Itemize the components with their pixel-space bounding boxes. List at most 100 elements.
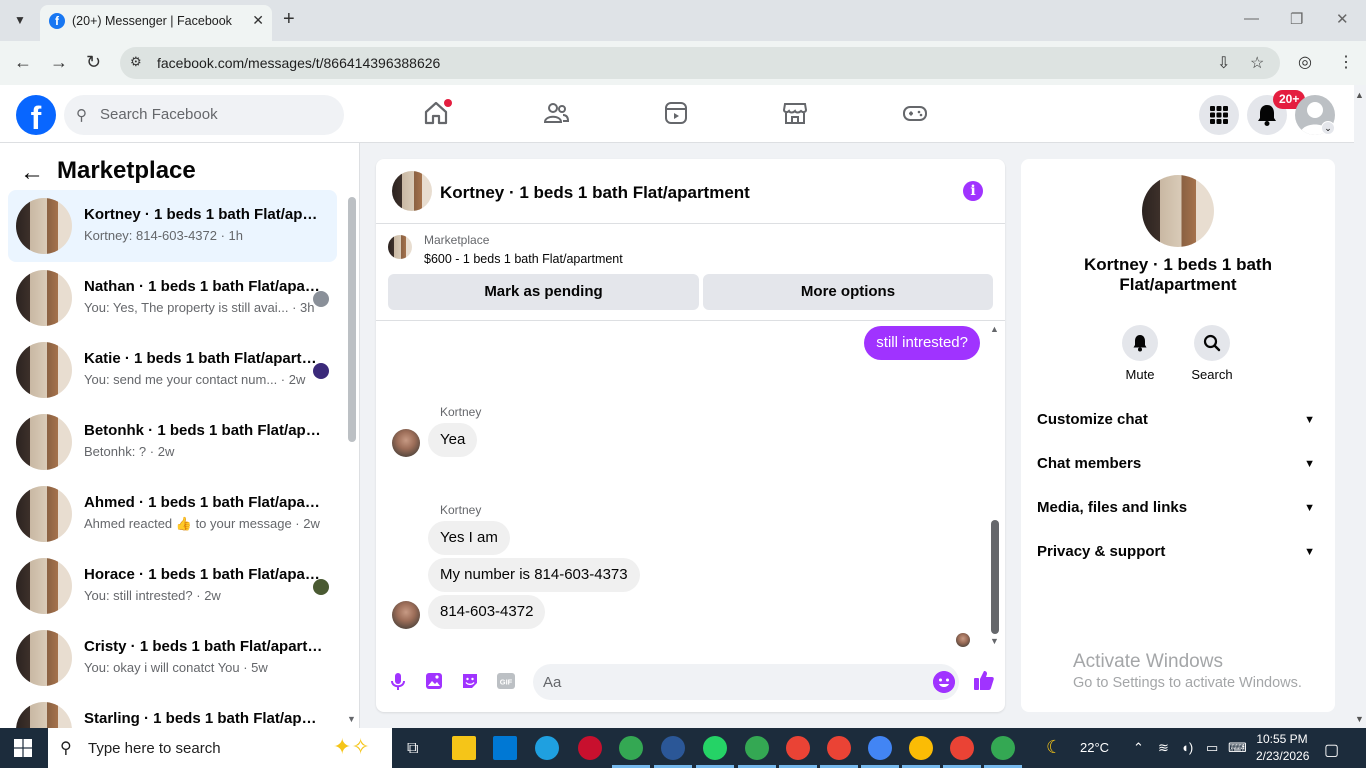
mark-as-pending-button[interactable]: Mark as pending [388,274,699,310]
new-tab-icon[interactable]: + [283,8,295,31]
marketplace-icon[interactable] [781,99,809,127]
search-in-chat-button[interactable]: Search [1182,325,1242,382]
chrome-profile-icon[interactable] [991,736,1015,760]
chat-scroll-up-icon[interactable]: ▲ [990,324,999,334]
chat-avatar[interactable] [392,171,432,211]
chrome-icon[interactable] [619,736,643,760]
media-files-links-section[interactable]: Media, files and links ▼ [1037,499,1319,527]
search-icon [1203,334,1221,352]
chrome-profile-icon[interactable] [745,736,769,760]
menu-grid-button[interactable] [1199,95,1239,135]
clock[interactable]: 10:55 PM 2/23/2026 [1256,731,1309,765]
restore-icon[interactable]: ❐ [1290,10,1303,28]
conversation-item[interactable]: Cristy · 1 beds 1 bath Flat/apartment You… [8,622,337,694]
minimize-icon[interactable]: — [1244,10,1259,27]
whatsapp-icon[interactable] [703,736,727,760]
microsoft-store-icon[interactable] [493,736,517,760]
address-bar[interactable]: ⚙ facebook.com/messages/t/86641439638862… [120,47,1280,79]
edge-icon[interactable] [535,736,559,760]
browser-tab[interactable]: f (20+) Messenger | Facebook ✕ [40,5,272,41]
emoji-icon[interactable] [933,671,955,693]
profile-icon[interactable]: ◎ [1298,52,1312,72]
chat-members-section[interactable]: Chat members ▼ [1037,455,1319,483]
incoming-message[interactable]: Yes I am [428,521,510,555]
page-scroll-down-icon[interactable]: ▼ [1355,714,1364,724]
site-info-icon[interactable]: ⚙ [130,54,142,70]
incoming-message[interactable]: My number is 814-603-4373 [428,558,640,592]
tab-search-chevron-icon[interactable]: ▼ [8,9,32,31]
scroll-down-arrow-icon[interactable]: ▼ [347,714,356,724]
window-close-icon[interactable]: ✕ [1336,10,1349,28]
clock-time: 10:55 PM [1256,732,1308,746]
taskbar-search[interactable]: ⚲ Type here to search ✦✧ [48,728,392,768]
gif-icon[interactable]: GIF [496,671,516,691]
conversation-item[interactable]: Starling · 1 beds 1 bath Flat/apartment [8,694,337,728]
conversation-item[interactable]: Nathan · 1 beds 1 bath Flat/apartment You… [8,262,337,334]
bookmark-star-icon[interactable]: ☆ [1250,53,1264,73]
language-icon[interactable]: ⌨ [1228,740,1247,756]
video-icon[interactable] [662,99,690,127]
sender-avatar[interactable] [392,429,420,457]
conversation-item[interactable]: Horace · 1 beds 1 bath Flat/apartment You… [8,550,337,622]
chat-panel: Kortney · 1 beds 1 bath Flat/apartment i… [376,159,1005,712]
listing-price[interactable]: $600 - 1 beds 1 bath Flat/apartment [424,252,623,266]
task-view-icon[interactable]: ⧉ [407,740,418,758]
message-sender: Kortney [440,503,482,517]
chat-scrollbar[interactable] [991,520,999,634]
chrome-profile-icon[interactable] [661,736,685,760]
photo-icon[interactable] [424,671,444,691]
battery-icon[interactable]: ▭ [1206,740,1218,756]
reload-icon[interactable]: ↻ [86,52,101,73]
sender-avatar[interactable] [392,601,420,629]
watermark-subtitle: Go to Settings to activate Windows. [1073,675,1302,691]
incoming-message[interactable]: Yea [428,423,478,457]
notification-center-icon[interactable]: ▢ [1324,740,1339,760]
more-options-button[interactable]: More options [703,274,993,310]
temperature[interactable]: 22°C [1080,740,1109,755]
outgoing-message[interactable]: still intrested? [864,326,980,360]
info-icon[interactable]: i [963,181,983,201]
friends-icon[interactable] [542,99,570,127]
file-explorer-icon[interactable] [452,736,476,760]
incoming-message[interactable]: 814-603-4372 [428,595,546,629]
privacy-support-section[interactable]: Privacy & support ▼ [1037,543,1319,571]
wifi-icon[interactable]: ≋ [1158,740,1169,756]
customize-chat-section[interactable]: Customize chat ▼ [1037,411,1319,439]
chat-scroll-down-icon[interactable]: ▼ [990,636,999,646]
chrome-profile-icon[interactable] [950,736,974,760]
weather-moon-icon[interactable]: ☾ [1046,737,1062,758]
sidebar-scrollbar[interactable] [348,197,356,442]
message-input[interactable]: Aa [533,664,959,700]
mute-button[interactable]: Mute [1110,325,1170,382]
chrome-profile-icon[interactable] [827,736,851,760]
conversation-item[interactable]: Katie · 1 beds 1 bath Flat/apartment You:… [8,334,337,406]
conversation-item[interactable]: Kortney · 1 beds 1 bath Flat/apartment Ko… [8,190,337,262]
details-avatar[interactable] [1142,175,1214,247]
menu-kebab-icon[interactable]: ⋮ [1338,52,1354,72]
back-icon[interactable]: ← [14,52,32,73]
chrome-profile-icon[interactable] [868,736,892,760]
back-arrow-icon[interactable]: ← [20,159,44,187]
conversation-item[interactable]: Ahmed · 1 beds 1 bath Flat/apartment Ahme… [8,478,337,550]
chrome-profile-icon[interactable] [909,736,933,760]
microphone-icon[interactable] [388,671,408,691]
app-icon[interactable] [578,736,602,760]
page-scroll-up-icon[interactable]: ▲ [1355,90,1364,100]
install-app-icon[interactable]: ⇩ [1217,53,1230,73]
thumbs-up-icon[interactable] [973,669,995,691]
volume-icon[interactable]: ◖) [1181,740,1193,755]
forward-icon[interactable]: → [50,52,68,73]
gaming-icon[interactable] [901,99,929,127]
account-chevron-icon[interactable]: ⌄ [1321,121,1335,135]
chrome-profile-icon[interactable] [786,736,810,760]
sticker-icon[interactable] [460,671,480,691]
url-text[interactable]: facebook.com/messages/t/866414396388626 [157,55,440,71]
conversation-item[interactable]: Betonhk · 1 beds 1 bath Flat/apartment Be… [8,406,337,478]
facebook-logo-icon[interactable]: f [16,95,56,135]
search-box[interactable]: ⚲ Search Facebook [64,95,344,135]
windows-start-icon[interactable] [14,739,32,757]
chat-title[interactable]: Kortney · 1 beds 1 bath Flat/apartment [440,183,750,203]
show-hidden-icons-icon[interactable]: ⌃ [1133,740,1144,756]
close-tab-icon[interactable]: ✕ [252,12,264,29]
listing-thumbnail[interactable] [388,235,412,259]
